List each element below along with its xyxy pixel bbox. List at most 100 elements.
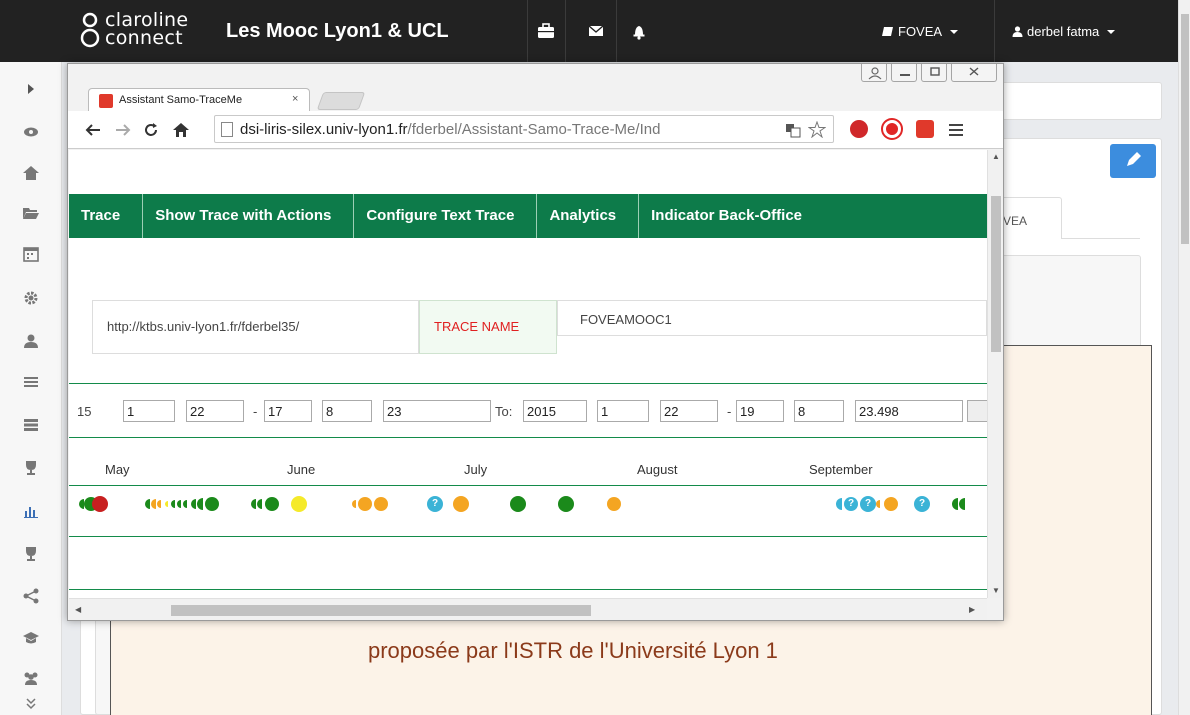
menu-analytics[interactable]: Analytics — [537, 194, 640, 238]
workspace-title[interactable]: Les Mooc Lyon1 & UCL — [226, 20, 449, 43]
to-day-input[interactable]: 22 — [660, 400, 718, 422]
reload-icon[interactable] — [142, 121, 160, 139]
workspace-dropdown[interactable]: FOVEA — [882, 24, 959, 39]
browser-tab[interactable]: Assistant Samo-TraceMe × — [88, 88, 310, 112]
popup-vertical-scrollbar[interactable]: ▲ ▼ — [987, 150, 1003, 598]
trace-marker[interactable] — [291, 496, 307, 512]
trace-marker[interactable] — [558, 496, 574, 512]
from-second-input[interactable]: 23 — [383, 400, 491, 422]
trace-marker[interactable] — [165, 501, 168, 507]
scroll-up-arrow-icon[interactable]: ▲ — [992, 152, 1000, 161]
trace-marker[interactable] — [884, 497, 898, 511]
from-month-input[interactable]: 1 — [123, 400, 175, 422]
envelope-icon[interactable] — [587, 22, 607, 40]
trace-marker[interactable] — [257, 499, 262, 509]
from-year-input[interactable]: 15 — [77, 404, 91, 419]
trace-marker[interactable] — [607, 497, 621, 511]
trace-marker[interactable] — [358, 497, 372, 511]
user-icon[interactable] — [22, 332, 40, 350]
new-tab-button[interactable] — [316, 92, 366, 110]
users-icon[interactable] — [22, 669, 40, 687]
user-dropdown[interactable]: derbel fatma — [1012, 24, 1116, 39]
vertical-scrollbar-thumb[interactable] — [991, 196, 1001, 352]
adblock-plus-icon[interactable] — [850, 120, 868, 138]
server-icon[interactable] — [22, 416, 40, 434]
from-hour-input[interactable]: 17 — [264, 400, 312, 422]
star-icon[interactable] — [808, 121, 826, 138]
trace-marker[interactable] — [265, 497, 279, 511]
trace-marker[interactable] — [510, 496, 526, 512]
forward-arrow-icon[interactable] — [114, 122, 132, 138]
double-chevron-down-icon[interactable] — [22, 695, 40, 713]
calendar-icon[interactable] — [22, 245, 40, 263]
menu-show-trace-with-actions[interactable]: Show Trace with Actions — [143, 194, 355, 238]
from-minute-input[interactable]: 8 — [322, 400, 372, 422]
hamburger-menu-icon[interactable] — [948, 123, 964, 137]
list-icon[interactable] — [22, 373, 40, 391]
trace-marker[interactable] — [836, 498, 842, 510]
menu-trace[interactable]: Trace — [69, 194, 144, 238]
horizontal-scrollbar-thumb[interactable] — [171, 605, 591, 616]
back-arrow-icon[interactable] — [84, 122, 102, 138]
question-marker-icon[interactable]: ? — [914, 496, 930, 512]
paw-extension-icon[interactable] — [916, 120, 934, 138]
adblock-icon[interactable] — [883, 120, 901, 138]
gear-icon[interactable] — [22, 289, 40, 307]
window-close-button[interactable] — [951, 64, 997, 82]
graduation-cap-icon[interactable] — [22, 629, 40, 647]
background-tab-fovea[interactable]: VEA — [995, 197, 1062, 239]
window-minimize-button[interactable] — [891, 64, 917, 82]
question-marker-icon[interactable]: ? — [427, 496, 443, 512]
caret-right-icon[interactable] — [22, 80, 40, 98]
trace-marker[interactable] — [145, 499, 150, 509]
edit-button[interactable] — [1110, 144, 1156, 178]
base-url-field[interactable]: http://ktbs.univ-lyon1.fr/fderbel35/ — [92, 300, 419, 354]
trace-name-input[interactable]: FOVEAMOOC1 — [557, 300, 987, 336]
trophy-icon[interactable] — [22, 459, 40, 477]
scroll-right-arrow-icon[interactable]: ▶ — [969, 605, 975, 614]
trace-marker[interactable] — [251, 499, 256, 509]
folder-open-icon[interactable] — [22, 204, 40, 222]
bell-icon[interactable] — [630, 22, 650, 40]
share-icon[interactable] — [22, 587, 40, 605]
page-scrollbar[interactable] — [1178, 0, 1190, 715]
translate-icon[interactable] — [785, 122, 801, 138]
trace-marker[interactable] — [183, 500, 187, 508]
trace-marker[interactable] — [191, 499, 196, 509]
to-minute-input[interactable]: 8 — [794, 400, 844, 422]
date-submit-button[interactable] — [967, 400, 987, 422]
trace-marker[interactable] — [151, 499, 156, 509]
menu-configure-text-trace[interactable]: Configure Text Trace — [354, 194, 538, 238]
page-scrollbar-thumb[interactable] — [1181, 14, 1189, 244]
to-hour-input[interactable]: 19 — [736, 400, 784, 422]
menu-indicator-back-office[interactable]: Indicator Back-Office — [639, 194, 824, 238]
trace-marker[interactable] — [952, 498, 958, 510]
question-marker-icon[interactable]: ? — [844, 497, 858, 511]
trace-marker[interactable] — [352, 500, 356, 508]
scroll-down-arrow-icon[interactable]: ▼ — [992, 586, 1000, 595]
bar-chart-icon[interactable] — [22, 502, 40, 520]
popup-horizontal-scrollbar[interactable]: ◀ ▶ — [69, 598, 987, 620]
trace-marker[interactable] — [876, 500, 880, 508]
home-icon[interactable] — [22, 164, 40, 182]
trace-marker[interactable] — [177, 500, 181, 508]
window-user-button[interactable] — [861, 64, 887, 82]
from-day-input[interactable]: 22 — [186, 400, 244, 422]
trace-marker[interactable] — [197, 498, 203, 510]
trace-marker[interactable] — [157, 500, 161, 508]
trace-marker[interactable] — [205, 497, 219, 511]
to-year-input[interactable]: 2015 — [523, 400, 587, 422]
address-bar[interactable]: dsi-liris-silex.univ-lyon1.fr/fderbel/As… — [214, 115, 834, 143]
claroline-logo[interactable]: claroline connect — [78, 8, 213, 54]
window-restore-button[interactable] — [921, 64, 947, 82]
to-month-input[interactable]: 1 — [597, 400, 649, 422]
to-second-input[interactable]: 23.498 — [855, 400, 963, 422]
eye-icon[interactable] — [22, 123, 40, 141]
trace-marker[interactable] — [92, 496, 108, 512]
trace-marker[interactable] — [453, 496, 469, 512]
trace-marker[interactable] — [959, 498, 965, 510]
tab-close-button[interactable]: × — [292, 93, 298, 105]
home-icon[interactable] — [172, 121, 190, 139]
trace-marker[interactable] — [171, 500, 175, 508]
trace-marker[interactable] — [374, 497, 388, 511]
